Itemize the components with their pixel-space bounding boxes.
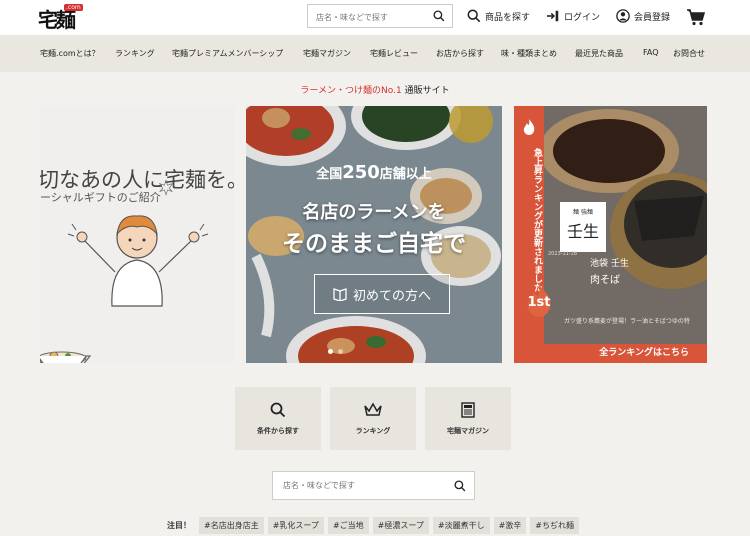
find-product-label: 商品を探す bbox=[485, 12, 531, 23]
search-icon bbox=[467, 9, 481, 23]
cart-icon[interactable] bbox=[686, 8, 706, 26]
nav-item-premium[interactable]: 宅麺プレミアムメンバーシップ bbox=[172, 48, 283, 59]
stores-pre: 全国 bbox=[316, 167, 343, 182]
carousel-slide-gift[interactable]: 切なあの人に宅麺を。 ーシャルギフトのご紹介 bbox=[40, 106, 234, 363]
tag-famous-owner[interactable]: #名店出身店主 bbox=[199, 517, 264, 534]
ranking-label: ランキング bbox=[355, 426, 391, 435]
magazine-label: 宅麺マガジン bbox=[447, 426, 489, 435]
ranking-description: ガツ盛り系蕎麦が登場！ラー油とそばつゆの特 bbox=[564, 318, 690, 325]
nav-item-review[interactable]: 宅麺レビュー bbox=[370, 48, 418, 59]
flame-icon bbox=[523, 119, 535, 135]
logo-badge: .com bbox=[64, 4, 83, 11]
carousel-slide-main[interactable]: 全国250店舗以上 名店のラーメンを そのままご自宅で 初めての方へ bbox=[246, 106, 502, 363]
tagline-rest: 通販サイト bbox=[401, 86, 450, 96]
carousel-dot[interactable] bbox=[328, 349, 333, 354]
tag-light-niboshi[interactable]: #淡麗煮干し bbox=[432, 517, 490, 534]
main-search-input[interactable] bbox=[273, 472, 443, 499]
search-icon bbox=[270, 402, 286, 417]
crown-icon bbox=[364, 401, 382, 416]
main-nav: 宅麺.comとは？ ランキング 宅麺プレミアムメンバーシップ 宅麺マガジン 宅麺… bbox=[0, 35, 750, 72]
ranking-date: 2023-11-28 bbox=[548, 251, 578, 257]
book-icon bbox=[333, 288, 347, 301]
tag-local[interactable]: #ご当地 bbox=[327, 517, 369, 534]
first-visit-button[interactable]: 初めての方へ bbox=[314, 274, 450, 314]
search-by-condition-button[interactable]: 条件から探す bbox=[235, 387, 321, 450]
featured-tags-label: 注目！ bbox=[167, 521, 191, 530]
main-search bbox=[272, 471, 475, 500]
shop-logo-card: 麺 強麺 壬生 bbox=[560, 202, 606, 252]
search-icon[interactable] bbox=[433, 10, 445, 22]
find-product-link[interactable]: 商品を探す bbox=[467, 9, 530, 23]
carousel-dots bbox=[328, 349, 343, 354]
rank-label: 1st bbox=[527, 295, 551, 310]
nav-item-flavors[interactable]: 味・種類まとめ bbox=[501, 48, 557, 59]
ranking-shop-name: 池袋 壬生 bbox=[590, 259, 629, 269]
nav-item-magazine[interactable]: 宅麺マガジン bbox=[303, 48, 351, 59]
search-icon[interactable] bbox=[454, 480, 466, 492]
carousel-dot[interactable] bbox=[338, 349, 343, 354]
first-visit-label: 初めての方へ bbox=[352, 288, 431, 304]
logo-text: 宅麺 bbox=[38, 8, 76, 32]
tagline-highlight: ラーメン・つけ麺のNo.1 bbox=[300, 86, 402, 96]
newspaper-icon bbox=[461, 401, 475, 418]
ranking-button[interactable]: ランキング bbox=[330, 387, 416, 450]
register-link[interactable]: 会員登録 bbox=[616, 9, 670, 23]
nav-item-ranking[interactable]: ランキング bbox=[115, 48, 155, 59]
tag-thick-soup[interactable]: #極濃スープ bbox=[372, 517, 429, 534]
register-label: 会員登録 bbox=[634, 12, 671, 23]
login-link[interactable]: ログイン bbox=[546, 9, 600, 23]
nav-item-about[interactable]: 宅麺.comとは？ bbox=[40, 48, 100, 59]
ranking-product-name: 肉そば bbox=[590, 275, 620, 286]
stores-post: 店舗以上 bbox=[379, 167, 432, 182]
ranking-updated-text: 急上昇ランキングが更新されました bbox=[532, 148, 542, 292]
nav-item-contact[interactable]: お問合せ bbox=[673, 48, 705, 59]
search-by-condition-label: 条件から探す bbox=[257, 426, 299, 435]
login-icon bbox=[546, 10, 559, 22]
shop-logo-small: 麺 強麺 bbox=[573, 209, 593, 216]
site-logo[interactable]: 宅麺 .com bbox=[38, 4, 84, 32]
header-search-input[interactable] bbox=[308, 6, 426, 29]
site-header: 宅麺 .com 商品を探す ログイン 会員登録 bbox=[0, 0, 750, 35]
stores-number: 250 bbox=[342, 162, 380, 183]
carousel-slide-ranking[interactable]: 急上昇ランキングが更新されました 麺 強麺 壬生 2023-11-28 池袋 壬… bbox=[514, 106, 707, 363]
tag-emulsified-soup[interactable]: #乳化スープ bbox=[267, 517, 324, 534]
header-search bbox=[307, 4, 453, 29]
user-icon bbox=[616, 9, 630, 23]
gift-illustration bbox=[40, 179, 209, 363]
featured-tags: 注目！ #名店出身店主 #乳化スープ #ご当地 #極濃スープ #淡麗煮干し #激… bbox=[167, 517, 579, 534]
nav-item-faq[interactable]: FAQ bbox=[643, 48, 659, 57]
main-headline-2: そのままご自宅で bbox=[282, 231, 466, 257]
nav-item-recent[interactable]: 最近見た商品 bbox=[575, 48, 623, 59]
tagline: ラーメン・つけ麺のNo.1 通販サイト bbox=[0, 83, 750, 96]
tag-extra-spicy[interactable]: #激辛 bbox=[493, 517, 527, 534]
all-ranking-link[interactable]: 全ランキングはこちら bbox=[514, 344, 707, 363]
magazine-button[interactable]: 宅麺マガジン bbox=[425, 387, 511, 450]
stores-count-headline: 全国250店舗以上 bbox=[246, 162, 502, 183]
nav-item-shops[interactable]: お店から探す bbox=[436, 48, 484, 59]
login-label: ログイン bbox=[564, 12, 601, 23]
shop-logo-big: 壬生 bbox=[566, 222, 599, 241]
main-headline-1: 名店のラーメンを bbox=[302, 202, 446, 223]
tag-curly-noodles[interactable]: #ちぢれ麺 bbox=[530, 517, 579, 534]
